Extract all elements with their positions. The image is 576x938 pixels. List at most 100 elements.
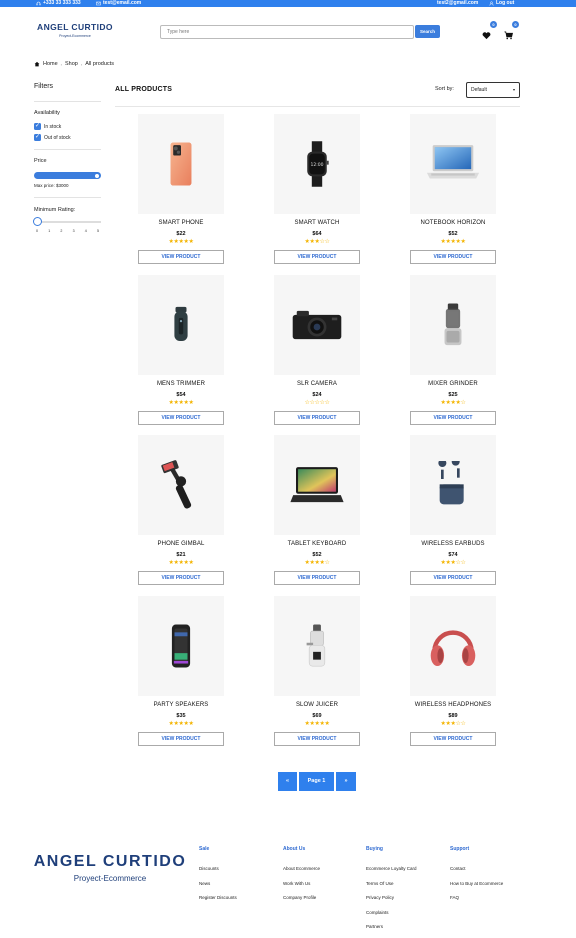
footer-logo[interactable]: ANGEL CURTIDO Proyect-Ecommerce	[33, 853, 187, 883]
footer-link[interactable]: Terms Of Use	[366, 881, 417, 886]
view-product-button[interactable]: VIEW PRODUCT	[410, 250, 496, 264]
product-card[interactable]: WIRELESS HEADPHONES $89 ★★★☆☆ VIEW PRODUCT	[408, 596, 498, 746]
product-card[interactable]: MENS TRIMMER $54 ★★★★★ VIEW PRODUCT	[136, 275, 226, 425]
phone-image[interactable]	[138, 114, 224, 214]
rating-slider-thumb[interactable]	[33, 217, 42, 226]
view-product-button[interactable]: VIEW PRODUCT	[410, 411, 496, 425]
product-title[interactable]: PHONE GIMBAL	[136, 541, 226, 547]
product-card[interactable]: TABLET KEYBOARD $52 ★★★★☆ VIEW PRODUCT	[272, 435, 362, 585]
product-card[interactable]: SLR CAMERA $24 ☆☆☆☆☆ VIEW PRODUCT	[272, 275, 362, 425]
product-card[interactable]: NOTEBOOK HORIZON $52 ★★★★★ VIEW PRODUCT	[408, 114, 498, 264]
footer-link[interactable]: Contact	[450, 866, 503, 871]
product-title[interactable]: NOTEBOOK HORIZON	[408, 220, 498, 226]
product-title[interactable]: SMART WATCH	[272, 220, 362, 226]
footer-column-title: Support	[450, 846, 470, 852]
view-product-button[interactable]: VIEW PRODUCT	[138, 411, 224, 425]
logo-name[interactable]: ANGEL CURTIDO	[35, 22, 115, 32]
checkmark-icon[interactable]: ✓	[34, 123, 41, 130]
footer-link[interactable]: About Ecommerce	[283, 866, 320, 871]
product-card[interactable]: PHONE GIMBAL $21 ★★★★★ VIEW PRODUCT	[136, 435, 226, 585]
footer-link[interactable]: Discounts	[199, 866, 237, 871]
footer-link[interactable]: Company Profile	[283, 895, 320, 900]
product-title[interactable]: TABLET KEYBOARD	[272, 541, 362, 547]
laptop-image[interactable]	[410, 114, 496, 214]
view-product-button[interactable]: VIEW PRODUCT	[410, 732, 496, 746]
rating-stars: ★★★★★	[136, 400, 226, 407]
view-product-button[interactable]: VIEW PRODUCT	[410, 571, 496, 585]
search-input[interactable]	[160, 25, 414, 39]
price-slider-thumb[interactable]	[94, 172, 100, 179]
product-title[interactable]: SLOW JUICER	[272, 702, 362, 708]
product-title[interactable]: WIRELESS EARBUDS	[408, 541, 498, 547]
footer-link[interactable]: Work With Us	[283, 881, 320, 886]
view-product-button[interactable]: VIEW PRODUCT	[138, 571, 224, 585]
footer-link[interactable]: Ecommerce Loyalty Card	[366, 866, 417, 871]
sort-select[interactable]: Default ▾	[466, 82, 520, 98]
view-product-button[interactable]: VIEW PRODUCT	[138, 250, 224, 264]
search-button[interactable]: Search	[415, 25, 440, 38]
product-card[interactable]: SMART PHONE $22 ★★★★★ VIEW PRODUCT	[136, 114, 226, 264]
juicer-image[interactable]	[274, 596, 360, 696]
gimbal-image[interactable]	[138, 435, 224, 535]
in-stock-label: In stock	[44, 123, 62, 130]
product-price: $74	[448, 552, 458, 558]
product-title[interactable]: MIXER GRINDER	[408, 381, 498, 387]
tablet-image[interactable]	[274, 435, 360, 535]
footer-column-title: Buying	[366, 846, 383, 852]
user-icon	[489, 1, 494, 6]
view-product-button[interactable]: VIEW PRODUCT	[274, 732, 360, 746]
product-title[interactable]: SMART PHONE	[136, 220, 226, 226]
wishlist-button[interactable]: 0	[482, 21, 497, 40]
rating-tick-label: 5	[96, 229, 99, 233]
site-logo[interactable]: ANGEL CURTIDO Proyect-Ecommerce	[35, 22, 115, 38]
product-card[interactable]: SLOW JUICER $69 ★★★★★ VIEW PRODUCT	[272, 596, 362, 746]
footer-link[interactable]: How to Buy at Ecommerce	[450, 881, 503, 886]
footer-link[interactable]: Partners	[366, 924, 417, 929]
prev-page-button[interactable]: «	[278, 772, 297, 791]
camera-image[interactable]	[274, 275, 360, 375]
product-card[interactable]: WIRELESS EARBUDS $74 ★★★☆☆ VIEW PRODUCT	[408, 435, 498, 585]
watch-image[interactable]: 12:00	[274, 114, 360, 214]
logout-text[interactable]: Log out	[496, 0, 514, 7]
view-product-button[interactable]: VIEW PRODUCT	[138, 732, 224, 746]
star-filled-icon: ★	[188, 721, 194, 727]
product-title[interactable]: WIRELESS HEADPHONES	[408, 702, 498, 708]
headphones-image[interactable]	[410, 596, 496, 696]
footer-link[interactable]: Privacy Policy	[366, 895, 417, 900]
product-card[interactable]: PARTY SPEAKERS $35 ★★★★★ VIEW PRODUCT	[136, 596, 226, 746]
rating-tick-label: 4	[84, 229, 87, 233]
product-title[interactable]: MENS TRIMMER	[136, 381, 226, 387]
cart-button[interactable]: 0	[504, 21, 519, 40]
breadcrumb-home[interactable]: Home	[43, 61, 58, 67]
product-title[interactable]: SLR CAMERA	[272, 381, 362, 387]
price-slider[interactable]	[34, 172, 101, 179]
product-card[interactable]: 12:00 SMART WATCH $64 ★★★☆☆ VIEW PRODUCT	[272, 114, 362, 264]
footer-logo-name[interactable]: ANGEL CURTIDO	[33, 853, 187, 871]
next-page-button[interactable]: »	[336, 772, 356, 791]
footer-link[interactable]: News	[199, 881, 237, 886]
view-product-button[interactable]: VIEW PRODUCT	[274, 411, 360, 425]
rating-slider[interactable]	[34, 221, 101, 223]
footer-link[interactable]: FAQ	[450, 895, 503, 900]
speaker-image[interactable]	[138, 596, 224, 696]
rating-label: Minimum Rating:	[34, 207, 76, 213]
product-card[interactable]: MIXER GRINDER $25 ★★★★☆ VIEW PRODUCT	[408, 275, 498, 425]
mixer-image[interactable]	[410, 275, 496, 375]
trimmer-image[interactable]	[138, 275, 224, 375]
checkmark-icon[interactable]: ✓	[34, 134, 41, 141]
star-filled-icon: ★	[188, 400, 194, 406]
breadcrumb-shop[interactable]: Shop	[65, 61, 78, 67]
footer-link[interactable]: Complaints	[366, 910, 417, 915]
out-of-stock-checkbox[interactable]: ✓ Out of stock	[34, 134, 71, 141]
caret-down-icon: ▾	[512, 87, 515, 92]
in-stock-checkbox[interactable]: ✓ In stock	[34, 123, 61, 130]
view-product-button[interactable]: VIEW PRODUCT	[274, 250, 360, 264]
user-email: test2@gmail.com	[437, 0, 478, 7]
current-page-button[interactable]: Page 1	[299, 772, 334, 791]
product-title[interactable]: PARTY SPEAKERS	[136, 702, 226, 708]
view-product-button[interactable]: VIEW PRODUCT	[274, 571, 360, 585]
logout-link[interactable]: Log out	[489, 0, 514, 7]
earbuds-image[interactable]	[410, 435, 496, 535]
headset-icon	[36, 1, 41, 6]
footer-link[interactable]: Register Discounts	[199, 895, 237, 900]
